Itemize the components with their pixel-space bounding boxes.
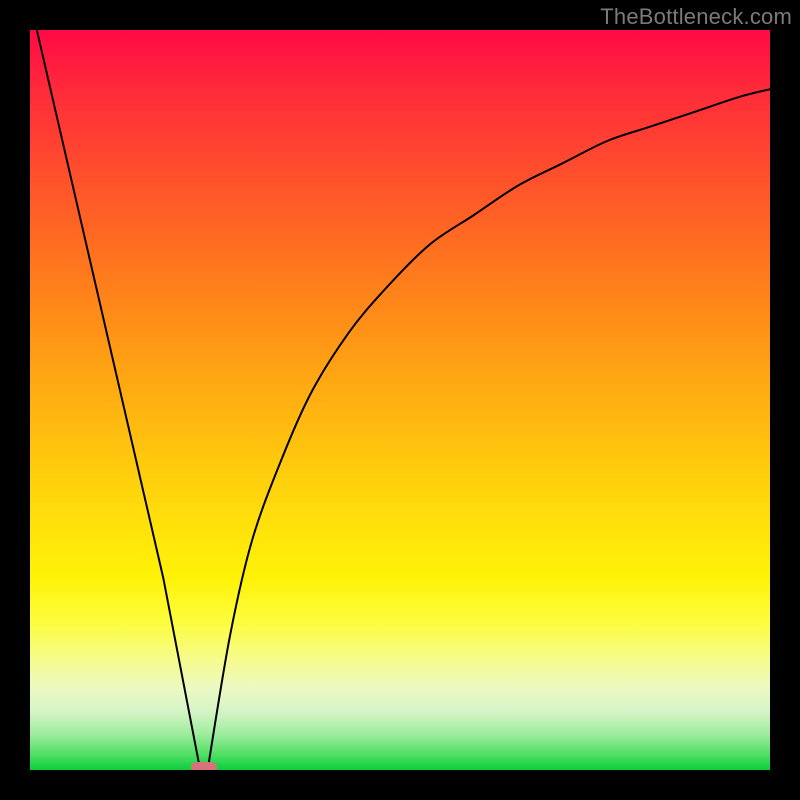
chart-curve	[30, 30, 770, 770]
series-right-branch	[208, 89, 770, 770]
chart-plot-area	[30, 30, 770, 770]
chart-frame: TheBottleneck.com	[0, 0, 800, 800]
series-left-branch	[30, 30, 200, 770]
watermark-text: TheBottleneck.com	[600, 4, 792, 30]
minimum-marker	[191, 762, 217, 770]
